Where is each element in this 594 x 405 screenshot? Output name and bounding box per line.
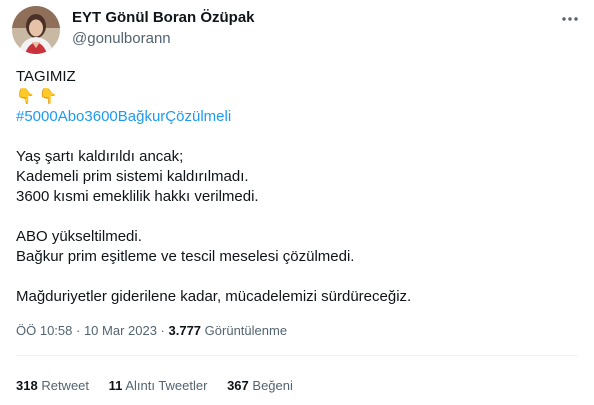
likes-label: Beğeni (252, 378, 293, 393)
author-handle[interactable]: @gonulborann (72, 30, 255, 48)
meta-separator: · (72, 323, 84, 338)
tweet-text: TAGIMIZ 👇 👇 #5000Abo3600BağkurÇözülmeli … (16, 67, 576, 307)
retweets-count: 318 (16, 378, 38, 393)
author-display-name[interactable]: EYT Gönül Boran Özüpak (72, 9, 255, 27)
avatar-image (12, 6, 60, 54)
quotes-label: Alıntı Tweetler (125, 378, 208, 393)
views-count[interactable]: 3.777 (169, 323, 202, 338)
quotes-stat[interactable]: 11 Alıntı Tweetler (109, 378, 208, 394)
tweet-meta: ÖÖ 10:58 · 10 Mar 2023 · 3.777 Görüntüle… (16, 323, 287, 339)
tweet-line: Bağkur prim eşitleme ve tescil meselesi … (16, 248, 355, 265)
engagement-stats: 318 Retweet 11 Alıntı Tweetler 367 Beğen… (16, 378, 309, 394)
tweet-date[interactable]: 10 Mar 2023 (84, 323, 157, 338)
retweets-stat[interactable]: 318 Retweet (16, 378, 89, 394)
author-info[interactable]: EYT Gönül Boran Özüpak @gonulborann (72, 9, 255, 48)
likes-stat[interactable]: 367 Beğeni (227, 378, 293, 394)
quotes-count: 11 (108, 378, 123, 393)
hashtag-link[interactable]: #5000Abo3600BağkurÇözülmeli (16, 107, 576, 127)
tweet-line: Yaş şartı kaldırıldı ancak; (16, 148, 184, 165)
tweet-line: TAGIMIZ (16, 68, 76, 85)
pointing-down-emoji: 👇 (16, 88, 35, 105)
tweet-line: Mağduriyetler giderilene kadar, mücadele… (16, 288, 412, 305)
views-label[interactable]: Görüntülenme (205, 323, 287, 338)
tweet-line: ABO yükseltilmedi. (16, 228, 142, 245)
tweet: EYT Gönül Boran Özüpak @gonulborann TAGI… (0, 0, 594, 405)
avatar[interactable] (12, 6, 60, 54)
tweet-line: Kademeli prim sistemi kaldırılmadı. (16, 168, 249, 185)
emoji-row: 👇 👇 (16, 87, 576, 107)
pointing-down-emoji: 👇 (38, 88, 58, 105)
tweet-time[interactable]: ÖÖ 10:58 (16, 323, 72, 338)
meta-separator: · (156, 323, 169, 338)
retweets-label: Retweet (41, 378, 90, 393)
tweet-line: 3600 kısmi emeklilik hakkı verilmedi. (16, 188, 259, 205)
more-dots-icon (562, 17, 578, 21)
divider (16, 355, 578, 356)
more-button[interactable] (555, 4, 585, 34)
likes-count: 367 (227, 378, 249, 393)
